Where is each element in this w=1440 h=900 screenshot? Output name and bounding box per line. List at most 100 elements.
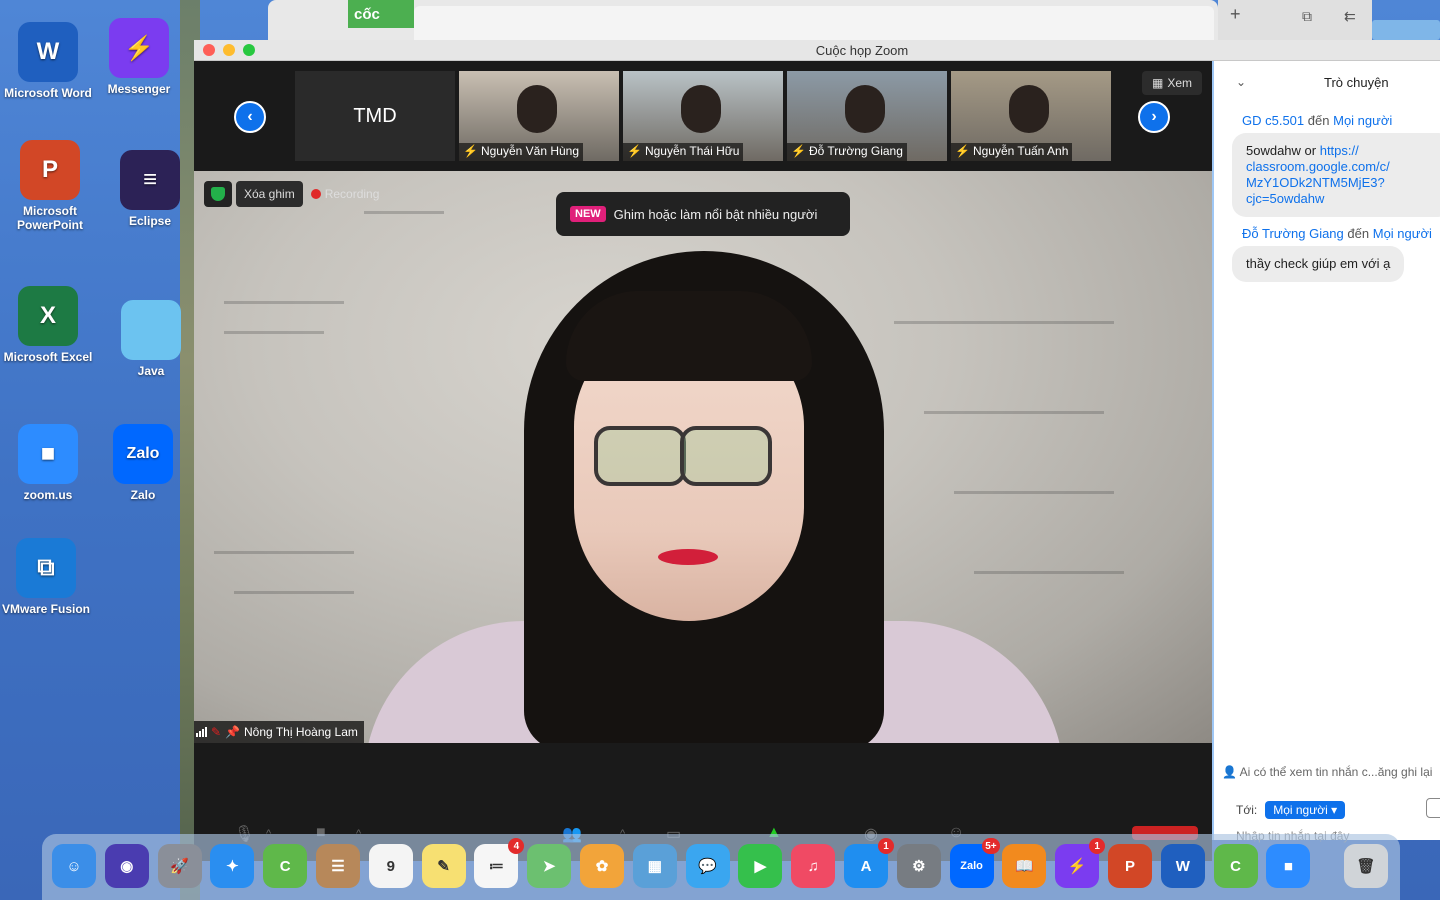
safari-icon[interactable]: ✦ <box>210 844 255 888</box>
file-attach-icon[interactable] <box>1426 798 1440 818</box>
recording-indicator[interactable]: Recording <box>310 187 380 201</box>
facetime-icon[interactable]: ▶ <box>738 844 783 888</box>
messages-icon[interactable]: 💬 <box>685 844 730 888</box>
message-sender[interactable]: Đỗ Trường Giang <box>1242 226 1344 241</box>
contacts-icon[interactable]: ☰ <box>316 844 360 888</box>
powerpoint-icon[interactable]: P <box>1108 844 1152 888</box>
eclipse-icon: ≡ <box>120 150 180 210</box>
maps-icon[interactable]: ➤ <box>527 844 572 888</box>
desktop-icon[interactable]: ■ zoom.us <box>0 424 98 502</box>
system-preferences-icon[interactable]: ⚙ <box>896 844 941 888</box>
back-arrow-icon[interactable]: ⇇ <box>1344 8 1356 25</box>
feature-tip[interactable]: NEW Ghim hoặc làm nổi bật nhiều người <box>556 192 850 236</box>
participant-tile[interactable]: ⚡ Nguyễn Tuấn Anh <box>951 71 1111 161</box>
dock-app-glyph: A <box>860 857 872 875</box>
active-speaker-video[interactable]: Xóa ghim Recording NEW Ghim hoặc làm nổi… <box>194 171 1212 743</box>
dock-app-glyph: ⚡ <box>1067 858 1087 875</box>
music-icon[interactable]: ♫ <box>791 844 836 888</box>
word-icon[interactable]: W <box>1160 844 1205 888</box>
dock-app-glyph: ≔ <box>488 858 504 875</box>
siri-icon[interactable]: ◉ <box>104 844 149 888</box>
participant-tile[interactable]: ⚡ Nguyễn Thái Hữu <box>623 71 783 161</box>
zalo-icon[interactable]: Zalo 5+ <box>949 838 1000 888</box>
chat-header: ⌄ Trò chuyện <box>1214 61 1440 105</box>
message-recipient[interactable]: Mọi người <box>1333 113 1392 128</box>
photos-icon[interactable]: ✿ <box>580 844 624 888</box>
desktop-icon[interactable]: ⚡ Messenger <box>89 18 189 96</box>
notification-badge: 4 <box>508 838 525 854</box>
desktop-icon[interactable]: Zalo Zalo <box>93 424 193 502</box>
desktop-icon[interactable]: X Microsoft Excel <box>0 286 98 364</box>
participant-tile[interactable]: ⚡ Đỗ Trường Giang <box>787 71 947 161</box>
chat-recipient-row: Tới: Mọi người ▾ <box>1236 801 1346 819</box>
participant-name: Nguyễn Tuấn Anh <box>972 144 1069 158</box>
security-shield-icon[interactable] <box>204 181 232 207</box>
participant-name: TMD <box>353 104 397 127</box>
dock-app-glyph: ✿ <box>595 858 609 875</box>
video-area: ‹ TMD ⚡ Nguyễn Văn Hùng ⚡ Nguyễn Thái Hữu ⚡ Đ… <box>194 61 1212 861</box>
launchpad-icon[interactable]: 🚀 <box>157 844 202 888</box>
dock-app-glyph: 9 <box>386 857 395 875</box>
folder-icon[interactable] <box>1372 20 1440 40</box>
zoom-icon[interactable]: ■ <box>1266 844 1311 888</box>
books-icon[interactable]: 📖 <box>1002 844 1047 888</box>
to-label: Tới: <box>1236 803 1258 817</box>
reminders-icon[interactable]: ≔ 4 <box>474 838 525 888</box>
desktop-icon[interactable]: P Microsoft PowerPoint <box>0 140 100 232</box>
next-page-button[interactable]: › <box>1138 101 1170 133</box>
background-browser-tab[interactable] <box>414 6 1214 40</box>
preview-icon[interactable]: ▦ <box>632 844 677 888</box>
dock-app-glyph: Zalo <box>960 860 983 872</box>
messenger-icon: ⚡ <box>109 18 169 78</box>
dock-app-glyph: P <box>1124 857 1135 875</box>
muted-mic-icon: ⚡ <box>627 144 642 158</box>
coccoc-icon-2[interactable]: C <box>1213 844 1258 888</box>
zoom-icon: ■ <box>18 424 78 484</box>
view-button-label: Xem <box>1167 76 1193 90</box>
desktop-icon[interactable]: ≡ Eclipse <box>100 150 200 228</box>
participant-tile[interactable]: ⚡ Nguyễn Văn Hùng <box>459 71 619 161</box>
screenshot-icon[interactable]: ⧉ <box>1302 8 1312 25</box>
messenger-icon[interactable]: ⚡ 1 <box>1055 838 1106 888</box>
gallery-strip: ‹ TMD ⚡ Nguyễn Văn Hùng ⚡ Nguyễn Thái Hữu ⚡ Đ… <box>194 61 1212 171</box>
dock-app-glyph: 💬 <box>698 858 717 875</box>
recording-label: Recording <box>324 187 380 201</box>
chevron-down-icon[interactable]: ⌄ <box>1236 75 1246 89</box>
desktop-icon[interactable]: W Microsoft Word <box>0 22 98 100</box>
message-recipient[interactable]: Mọi người <box>1373 226 1432 241</box>
finder-icon[interactable]: ☺ <box>52 844 96 888</box>
trash-icon[interactable]: 🗑 <box>1344 844 1388 888</box>
muted-mic-icon: ⚡ <box>955 144 970 158</box>
new-tab-icon[interactable]: + <box>1230 4 1241 25</box>
participant-tile-tmd[interactable]: TMD <box>295 71 455 161</box>
folder-icon <box>121 300 181 360</box>
speaker-name-label: ✎ 📌 Nông Thị Hoàng Lam <box>194 721 364 743</box>
chat-panel: ⌄ Trò chuyện GD c5.501 đến Mọi người 5ow… <box>1212 61 1440 843</box>
dock-app-glyph: C <box>1230 857 1242 875</box>
calendar-icon[interactable]: 9 <box>368 844 413 888</box>
chat-privacy-note[interactable]: 👤 Ai có thể xem tin nhắn c...ăng ghi lại <box>1222 765 1432 779</box>
message-sender[interactable]: GD c5.501 <box>1242 113 1304 128</box>
participant-avatar <box>517 85 557 133</box>
message-text: thầy check giúp em với ạ <box>1246 256 1391 271</box>
glasses-left-lens <box>594 426 686 486</box>
background-browser-toolbar: + ⧉ ⇇ <box>1218 0 1372 40</box>
coccoc-icon[interactable]: C <box>263 844 308 888</box>
previous-page-button[interactable]: ‹ <box>234 101 266 133</box>
notes-icon[interactable]: ✎ <box>421 844 466 888</box>
message-connector: đến <box>1347 226 1370 241</box>
view-button[interactable]: ▦ Xem <box>1142 71 1202 95</box>
dock-app-glyph: ◉ <box>120 858 134 875</box>
desktop-icon-label: Microsoft PowerPoint <box>16 204 83 232</box>
participant-name-label: ⚡ Nguyễn Văn Hùng <box>459 143 584 161</box>
signal-strength-icon <box>196 727 207 737</box>
recipient-select[interactable]: Mọi người ▾ <box>1265 801 1346 819</box>
app-store-icon[interactable]: A1 <box>844 838 894 888</box>
desktop-icon[interactable]: ⧉ VMware Fusion <box>0 538 96 616</box>
word-icon: W <box>18 22 78 82</box>
unpin-button[interactable]: Xóa ghim <box>236 181 303 207</box>
message-text: 5owdahw or <box>1246 143 1320 158</box>
participant-name-label: ⚡ Nguyễn Thái Hữu <box>623 143 744 161</box>
desktop-icon[interactable]: Java <box>101 300 201 378</box>
browser-tab-coccoc[interactable]: cốc <box>348 0 414 28</box>
